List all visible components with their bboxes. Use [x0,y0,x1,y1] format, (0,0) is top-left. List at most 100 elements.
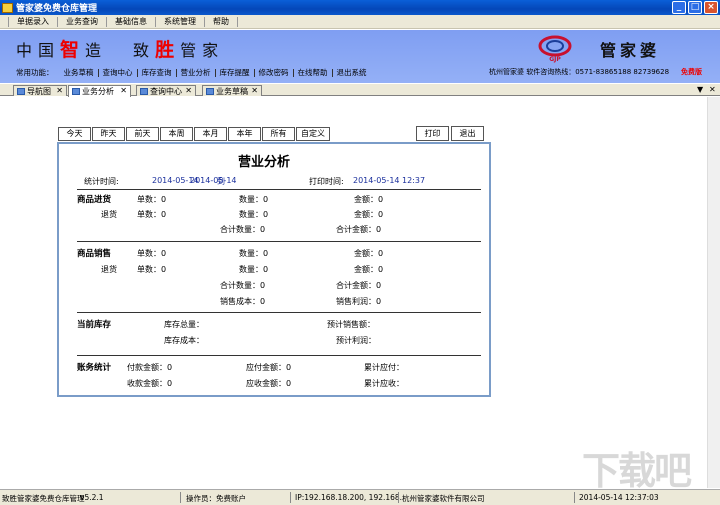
link-stock-alert[interactable]: 库存提醒 [216,68,255,77]
link-drafts[interactable]: 业务草稿 [60,68,99,77]
finance-acc-payable: 累计应付： [364,363,404,372]
tab-close-all-icon[interactable]: ✕ [709,84,716,95]
filter-yesterday-button[interactable]: 昨天 [92,127,125,141]
tab-icon [17,87,25,95]
status-time: 2014-05-14 12:37:03 [579,493,659,502]
sales-section-title: 商品销售 [77,249,112,259]
title-bar: 管家婆免费仓库管理 _ □ × [0,0,720,15]
tab-label: 业务草稿 [216,86,248,96]
print-time: 2014-05-14 12:37 [353,176,426,185]
filter-this-month-button[interactable]: 本月 [194,127,227,141]
slogan-highlight: 智 [60,39,86,61]
tab-icon [206,87,214,95]
tab-icon [140,87,148,95]
menu-bar: 单据录入 业务查询 基础信息 系统管理 帮助 [0,15,720,29]
sales-amount: 金额：0 [354,249,384,258]
purchase-return-qty: 数量：0 [239,210,269,219]
menu-help[interactable]: 帮助 [205,16,238,27]
tab-close-icon[interactable]: ✕ [56,86,63,96]
purchase-total-qty: 合计数量：0 [220,225,266,234]
tab-label: 业务分析 [82,87,114,96]
purchase-return-amount: 金额：0 [354,210,384,219]
quick-links: 常用功能： 业务草稿 查询中心 库存查询 营业分析 库存提醒 修改密码 在线帮助… [16,67,371,78]
slogan-part: 管家 [180,41,225,60]
slogan: 中国 智 造 致 胜 管家 [16,35,224,62]
link-change-password[interactable]: 修改密码 [255,68,294,77]
period-to: 2014-05-14 [190,176,237,185]
report-panel: 营业分析 统计时间: 2014-05-14 到 2014-05-14 打印时间:… [57,142,491,397]
watermark: 下载吧 [582,449,692,493]
sales-profit: 销售利润：0 [336,297,382,306]
finance-acc-receivable: 累计应收： [364,379,404,388]
window-controls: _ □ × [672,1,718,14]
link-stock-query[interactable]: 库存查询 [138,68,177,77]
filter-day-before-button[interactable]: 前天 [126,127,159,141]
link-exit[interactable]: 退出系统 [333,68,371,77]
menu-document-entry[interactable]: 单据录入 [8,16,58,27]
purchase-amount: 金额：0 [354,195,384,204]
tab-list-icon[interactable]: ▼ [697,84,703,95]
stock-section-title: 当前库存 [77,320,112,330]
filter-all-button[interactable]: 所有 [262,127,295,141]
stock-cost: 库存成本： [164,336,204,345]
status-separator [180,492,181,503]
minimize-button[interactable]: _ [672,1,686,14]
purchase-qty: 数量：0 [239,195,269,204]
tab-query-center[interactable]: 查询中心 ✕ [136,85,196,96]
window-title: 管家婆免费仓库管理 [16,4,98,14]
menu-system[interactable]: 系统管理 [156,16,205,27]
app-icon [2,2,13,13]
filter-custom-button[interactable]: 自定义 [296,127,330,141]
logo-text: GJP [549,56,561,63]
purchase-return-label: 退货 [101,210,117,219]
exit-button[interactable]: 退出 [451,126,484,141]
sales-total-amount: 合计金额：0 [336,281,382,290]
link-business-analysis[interactable]: 营业分析 [177,68,216,77]
status-separator [398,492,399,503]
divider [77,241,481,242]
menu-basic-info[interactable]: 基础信息 [107,16,156,27]
finance-paid: 付款金额：0 [127,363,173,372]
sales-return-count: 单数：0 [137,265,167,274]
maximize-button[interactable]: □ [688,1,702,14]
gjp-logo: GJP [538,35,572,63]
status-operator: 操作员：免费账户 [186,494,246,503]
status-ip: IP:192.168.18.200, 192.168. [295,493,403,502]
print-time-label: 打印时间: [309,177,344,186]
status-separator [574,492,575,503]
stock-est-sales: 预计销售额： [327,320,375,329]
menu-business-query[interactable]: 业务查询 [58,16,107,27]
print-button[interactable]: 打印 [416,126,449,141]
tab-close-icon[interactable]: ✕ [185,86,192,96]
brand-name: 管家婆 [600,41,661,60]
sales-cost: 销售成本：0 [220,297,266,306]
tab-navigation[interactable]: 导航图 ✕ [13,85,67,96]
tab-close-icon[interactable]: ✕ [251,86,258,96]
divider [77,355,481,356]
purchase-count: 单数：0 [137,195,167,204]
tab-drafts[interactable]: 业务草稿 ✕ [202,85,262,96]
slogan-highlight: 胜 [155,39,181,61]
link-query-center[interactable]: 查询中心 [99,68,138,77]
finance-section-title: 账务统计 [77,363,112,373]
divider [77,312,481,313]
purchase-total-amount: 合计金额：0 [336,225,382,234]
divider [77,189,481,190]
slogan-part: 造 [85,41,108,60]
free-badge: 免费版 [681,68,702,76]
sales-total-qty: 合计数量：0 [220,281,266,290]
status-bar: 致胜管家婆免费仓库管理 v5.2.1 操作员：免费账户 IP:192.168.1… [0,489,720,505]
tab-label: 导航图 [27,86,51,96]
finance-payable: 应付金额：0 [246,363,292,372]
close-button[interactable]: × [704,1,718,14]
filter-today-button[interactable]: 今天 [58,127,91,141]
tab-business-analysis[interactable]: 业务分析 ✕ [68,85,131,97]
link-online-help[interactable]: 在线帮助 [294,68,333,77]
filter-this-year-button[interactable]: 本年 [228,127,261,141]
sales-return-label: 退货 [101,265,117,274]
filter-this-week-button[interactable]: 本周 [160,127,193,141]
tab-close-icon[interactable]: ✕ [120,86,127,96]
quick-links-label: 常用功能： [16,68,54,77]
status-separator [290,492,291,503]
vertical-scrollbar[interactable] [707,97,720,488]
